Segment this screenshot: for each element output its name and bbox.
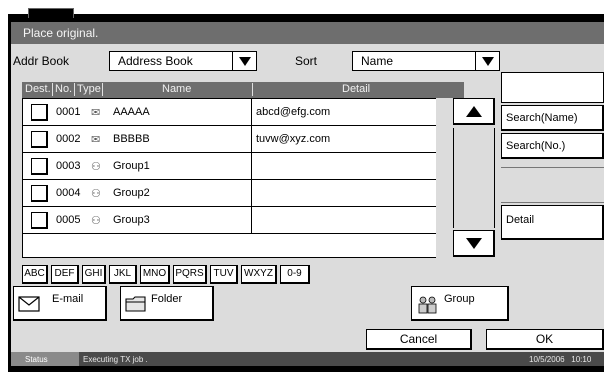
sort-label: Sort — [295, 54, 318, 68]
folder-button-label: Folder — [151, 293, 183, 305]
checkbox[interactable] — [31, 185, 48, 202]
message-bar: Place original. — [11, 22, 604, 44]
touch-screen: Place original. Addr Book Address Book S… — [11, 22, 604, 366]
list-item[interactable]: 0003 ⚇ Group1 — [23, 153, 463, 180]
divider — [501, 167, 604, 168]
entry-name: Group2 — [113, 187, 150, 199]
scroll-track — [453, 128, 495, 228]
chevron-down-icon — [232, 52, 256, 70]
col-name: Name — [162, 83, 192, 95]
group-icon: ⚇ — [91, 161, 101, 173]
entry-detail: abcd@efg.com — [256, 106, 331, 118]
list-item[interactable]: 0004 ⚇ Group2 — [23, 180, 463, 207]
entry-name: Group1 — [113, 160, 150, 172]
column-divider — [251, 126, 252, 152]
sort-dropdown[interactable]: Name — [352, 51, 500, 71]
column-divider — [251, 180, 252, 206]
addr-book-dropdown[interactable]: Address Book — [109, 51, 257, 71]
search-no-button[interactable]: Search(No.) — [501, 133, 604, 159]
index-key-wxyz[interactable]: WXYZ — [241, 265, 277, 284]
ok-button[interactable]: OK — [486, 329, 604, 350]
list-scrollbar — [436, 98, 495, 258]
folder-icon — [125, 296, 146, 312]
checkbox[interactable] — [31, 158, 48, 175]
col-no: No. — [55, 83, 73, 95]
index-key-def[interactable]: DEF — [51, 265, 79, 284]
email-button-label: E-mail — [52, 293, 84, 305]
group-icon: ⚇ — [91, 188, 101, 200]
list-item[interactable]: 0001 ✉ AAAAA abcd@efg.com — [23, 99, 463, 126]
header-divider — [252, 83, 253, 96]
detail-button[interactable]: Detail — [501, 205, 604, 240]
checkbox[interactable] — [31, 104, 48, 121]
checkbox[interactable] — [31, 212, 48, 229]
addr-book-value: Address Book — [118, 54, 193, 68]
group-button[interactable]: Group — [411, 286, 509, 321]
entry-name: BBBBB — [113, 133, 150, 145]
header-divider — [52, 83, 53, 96]
index-key-mno[interactable]: MNO — [140, 265, 170, 284]
sort-value: Name — [361, 54, 394, 68]
message-text: Place original. — [23, 26, 99, 40]
addr-book-label: Addr Book — [13, 54, 70, 68]
cancel-button[interactable]: Cancel — [366, 329, 472, 350]
envelope-icon — [18, 296, 40, 312]
list-header: Dest. No. Type Name Detail — [22, 82, 464, 98]
column-divider — [251, 99, 252, 125]
group-icon: ⚇ — [91, 215, 101, 227]
index-key-0-9[interactable]: 0-9 — [280, 265, 310, 284]
entry-number: 0001 — [56, 106, 81, 118]
index-key-abc[interactable]: ABC — [22, 265, 48, 284]
list-item[interactable]: 0002 ✉ BBBBB tuvw@xyz.com — [23, 126, 463, 153]
email-icon: ✉ — [91, 107, 101, 119]
search-name-button[interactable]: Search(Name) — [501, 105, 604, 131]
group-icon — [418, 296, 437, 314]
index-key-jkl[interactable]: JKL — [109, 265, 137, 284]
status-button[interactable]: Status — [25, 355, 48, 364]
col-detail: Detail — [342, 83, 371, 95]
status-bar: Status Executing TX job . 10/5/2006 10:1… — [11, 352, 604, 366]
column-divider — [251, 207, 252, 233]
scroll-down-button[interactable] — [453, 230, 495, 257]
entry-number: 0005 — [56, 214, 81, 226]
folder-button[interactable]: Folder — [120, 286, 214, 321]
status-datetime: 10/5/2006 10:10 — [529, 355, 592, 364]
column-divider — [251, 153, 252, 179]
index-key-tuv[interactable]: TUV — [210, 265, 238, 284]
col-dest: Dest. — [25, 83, 51, 95]
checkbox[interactable] — [31, 131, 48, 148]
entry-detail: tuvw@xyz.com — [256, 133, 331, 145]
index-key-ghi[interactable]: GHI — [82, 265, 106, 284]
group-button-label: Group — [444, 293, 475, 305]
entry-name: Group3 — [113, 214, 150, 226]
entry-number: 0002 — [56, 133, 81, 145]
entry-number: 0003 — [56, 160, 81, 172]
search-display — [501, 72, 604, 103]
email-icon: ✉ — [91, 134, 101, 146]
index-key-pqrs[interactable]: PQRS — [173, 265, 207, 284]
email-button[interactable]: E-mail — [13, 286, 107, 321]
address-list: 0001 ✉ AAAAA abcd@efg.com 0002 ✉ BBBBB t… — [22, 98, 464, 258]
scroll-up-button[interactable] — [453, 98, 495, 125]
entry-number: 0004 — [56, 187, 81, 199]
list-item[interactable]: 0005 ⚇ Group3 — [23, 207, 463, 234]
header-divider — [102, 83, 103, 96]
panel-tab — [28, 8, 74, 18]
header-divider — [74, 83, 75, 96]
entry-name: AAAAA — [113, 106, 150, 118]
col-type: Type — [77, 83, 101, 95]
chevron-down-icon — [475, 52, 499, 70]
status-message: Executing TX job . — [83, 355, 148, 364]
divider — [501, 202, 604, 203]
